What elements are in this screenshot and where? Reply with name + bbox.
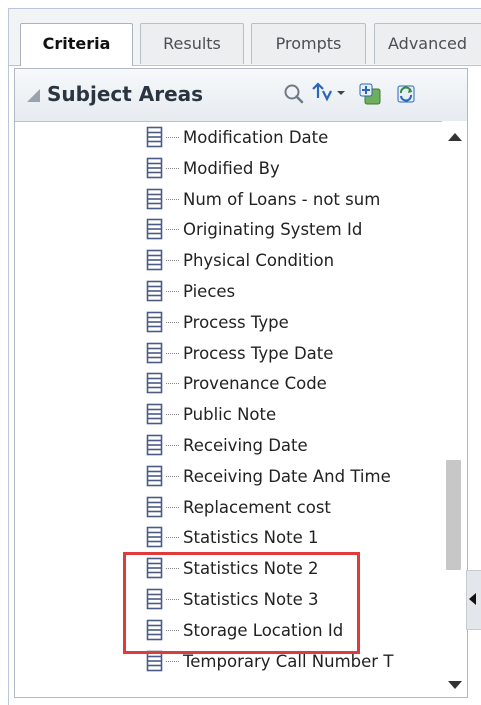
column-icon	[146, 126, 163, 148]
column-icon	[146, 619, 163, 641]
tree-connector	[166, 137, 179, 138]
tree-item-label: Modification Date	[183, 128, 329, 147]
tab-bar: Criteria Results Prompts Advanced	[9, 9, 481, 66]
tree-item-label: Receiving Date And Time	[183, 466, 391, 486]
tree-item[interactable]: Pieces	[146, 277, 435, 307]
scroll-down-arrow-icon[interactable]	[448, 681, 462, 689]
column-icon	[146, 188, 163, 209]
tree-item-label: Pieces	[183, 282, 236, 301]
tree-item[interactable]: Statistics Note 1	[146, 523, 435, 553]
tree-item-label: Physical Condition	[183, 251, 335, 271]
tree-item[interactable]: Physical Condition	[146, 246, 435, 276]
tree-item[interactable]: Replacement cost	[146, 493, 435, 523]
tree-item-label: Process Type Date	[183, 343, 334, 363]
tree-item-label: Statistics Note 3	[183, 590, 319, 609]
tree-item[interactable]: Receiving Date	[146, 431, 435, 461]
tab-advanced[interactable]: Advanced	[374, 23, 481, 64]
column-icon	[146, 650, 163, 671]
column-icon	[146, 434, 163, 456]
tree-item[interactable]: Process Type Date	[146, 339, 435, 369]
panel-splitter[interactable]	[466, 570, 481, 630]
tree-item[interactable]: Receiving Date And Time	[146, 462, 435, 492]
tree-item[interactable]: Process Type	[146, 308, 435, 338]
panel-title: Subject Areas	[47, 82, 204, 106]
column-icon	[146, 219, 163, 240]
tree-item-label: Receiving Date	[183, 436, 308, 455]
tab-results[interactable]: Results	[140, 23, 244, 64]
tree-connector	[166, 445, 179, 446]
tree-connector	[166, 568, 179, 570]
tree-connector	[166, 537, 179, 539]
tree-item[interactable]: Provenance Code	[146, 369, 435, 399]
tree-item-label: Temporary Call Number T	[183, 651, 394, 671]
column-icon	[146, 496, 163, 517]
tree-connector	[166, 599, 179, 600]
tree-item[interactable]: Modified By	[146, 154, 435, 184]
tree-item[interactable]: Storage Location Id	[146, 616, 435, 646]
column-icon	[146, 249, 163, 271]
sort-icon[interactable]	[310, 81, 346, 107]
tree-connector	[166, 198, 179, 200]
tree-connector	[166, 229, 179, 231]
column-icon	[146, 373, 163, 394]
search-icon[interactable]	[281, 81, 307, 107]
column-icon	[146, 157, 163, 179]
refresh-icon[interactable]	[393, 81, 419, 107]
column-icon	[146, 311, 163, 333]
tree-scrollbar[interactable]	[442, 121, 467, 697]
subject-area-tree: Modification Date Modified By Num of Loans…	[15, 122, 435, 697]
collapse-left-arrow-icon[interactable]	[469, 593, 476, 605]
tree-item[interactable]: Originating System Id	[146, 215, 435, 245]
tree-item-label: Replacement cost	[183, 497, 331, 517]
column-icon	[146, 403, 163, 425]
tree-connector	[166, 291, 179, 292]
tree-connector	[166, 260, 179, 262]
tree-item-label: Process Type	[183, 312, 289, 332]
tree-item[interactable]: Statistics Note 2	[146, 554, 435, 584]
column-icon	[146, 342, 163, 363]
scroll-thumb[interactable]	[446, 460, 461, 570]
tree-item-label: Num of Loans - not sum	[183, 189, 381, 209]
subject-areas-panel: Subject Areas Modification Date Modified …	[14, 68, 468, 698]
tree-item-label: Statistics Note 1	[183, 528, 319, 548]
tree-item[interactable]: Statistics Note 3	[146, 585, 435, 615]
column-icon	[146, 588, 163, 610]
tree-connector	[166, 167, 179, 169]
tree-connector	[166, 629, 179, 631]
tree-item[interactable]: Public Note	[146, 400, 435, 430]
scroll-up-arrow-icon[interactable]	[448, 133, 462, 141]
collapse-icon[interactable]	[27, 89, 40, 102]
tree-item-label: Statistics Note 2	[183, 559, 319, 579]
tree-connector	[166, 414, 179, 416]
tree-connector	[166, 383, 179, 385]
tab-prompts[interactable]: Prompts	[251, 23, 366, 64]
tree-connector	[166, 352, 179, 354]
tree-item-label: Modified By	[183, 158, 280, 178]
column-icon	[146, 527, 163, 548]
panel-header: Subject Areas	[15, 69, 467, 122]
tab-criteria[interactable]: Criteria	[20, 23, 133, 66]
tree-item[interactable]: Modification Date	[146, 123, 435, 153]
tree-item-label: Public Note	[183, 405, 277, 425]
column-icon	[146, 280, 163, 302]
tree-item[interactable]: Temporary Call Number T	[146, 647, 435, 677]
add-subject-area-icon[interactable]	[357, 81, 383, 107]
column-icon	[146, 557, 163, 579]
tree-connector	[166, 321, 179, 323]
tree-item-label: Originating System Id	[183, 220, 363, 240]
tree-connector	[166, 475, 179, 477]
tree-connector	[166, 660, 179, 662]
tree-item[interactable]: Num of Loans - not sum	[146, 185, 435, 215]
tree-item-label: Provenance Code	[183, 374, 327, 394]
tree-connector	[166, 506, 179, 508]
column-icon	[146, 465, 163, 487]
tree-item-label: Storage Location Id	[183, 620, 344, 640]
